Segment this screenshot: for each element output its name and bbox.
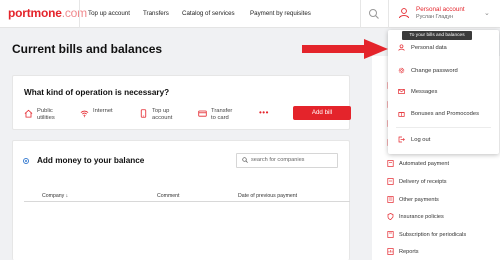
nav-catalog-of-services[interactable]: Catalog of services xyxy=(182,10,235,17)
menu-item-label: Log out xyxy=(411,136,431,143)
company-search[interactable]: search for companies xyxy=(236,153,350,170)
other-payments-icon xyxy=(387,196,394,203)
menu-item-bonuses-and-promocodes[interactable]: Bonuses and Promocodes xyxy=(398,110,479,117)
balance-title: Add money to your balance xyxy=(37,156,145,165)
portmone-logo[interactable]: portmone.com xyxy=(8,6,87,20)
card-icon xyxy=(198,110,207,117)
personal-account-label[interactable]: Personal account xyxy=(416,6,465,13)
sidebar-item-delivery-of-receipts[interactable]: Delivery of receipts xyxy=(387,178,447,185)
op-label: utilities xyxy=(37,115,55,121)
sidebar-item-automated-payment[interactable]: Automated payment xyxy=(387,160,449,167)
sidebar-item-label: Delivery of receipts xyxy=(399,178,447,185)
menu-item-log-out[interactable]: Log out xyxy=(398,136,430,143)
gift-icon xyxy=(398,112,405,117)
receipt-icon xyxy=(387,178,394,185)
envelope-icon xyxy=(398,89,405,94)
nav-top-up-account[interactable]: Top up account xyxy=(88,10,130,17)
chevron-down-icon[interactable]: ⌄ xyxy=(484,9,490,17)
nav-payment-by-requisites[interactable]: Payment by requisites xyxy=(250,10,311,17)
user-icon[interactable] xyxy=(398,7,410,19)
sidebar-item-label: Automated payment xyxy=(399,160,450,167)
periodicals-icon xyxy=(387,231,394,238)
menu-divider xyxy=(396,127,491,128)
sidebar-item-label: Insurance policies xyxy=(399,213,444,220)
menu-item-label: Change password xyxy=(411,67,458,74)
top-bar: portmone.com Top up account Transfers Ca… xyxy=(0,0,500,28)
operation-card: What kind of operation is necessary? Pub… xyxy=(12,75,351,130)
divider xyxy=(79,0,80,28)
sidebar-item-other-payments[interactable]: Other payments xyxy=(387,196,439,203)
op-transfer-to-card[interactable]: Transfer to card xyxy=(198,108,232,122)
divider xyxy=(388,0,389,28)
sidebar-item-label: Subscription for periodicals xyxy=(399,231,467,238)
sidebar-item-label: Reports xyxy=(399,248,419,255)
automated-payment-icon xyxy=(387,160,394,167)
op-label: Transfer xyxy=(211,108,233,114)
red-arrow-annotation-icon xyxy=(302,39,388,59)
sidebar-item-subscription-for-periodicals[interactable]: Subscription for periodicals xyxy=(387,231,466,238)
user-icon xyxy=(398,44,405,51)
search-placeholder: search for companies xyxy=(251,156,305,163)
operation-title: What kind of operation is necessary? xyxy=(24,88,170,97)
op-public-utilities[interactable]: Public utilities xyxy=(24,108,55,122)
sidebar-item-label: Other payments xyxy=(399,196,439,203)
column-header-comment: Comment xyxy=(157,193,180,199)
op-label: Top up xyxy=(152,108,170,114)
sidebar-item-insurance-policies[interactable]: Insurance policies xyxy=(387,213,444,220)
op-label: account xyxy=(152,115,173,121)
menu-item-label: Personal data xyxy=(411,44,447,51)
account-tooltip: To your bills and balances xyxy=(402,31,472,40)
menu-item-personal-data[interactable]: Personal data xyxy=(398,44,447,51)
op-label: Internet xyxy=(93,108,113,114)
nav-transfers[interactable]: Transfers xyxy=(143,10,169,17)
account-dropdown: Personal data Change password Messages B… xyxy=(388,30,499,154)
wifi-icon xyxy=(80,110,89,118)
page-title: Current bills and balances xyxy=(12,42,163,56)
menu-item-messages[interactable]: Messages xyxy=(398,88,437,95)
menu-item-label: Bonuses and Promocodes xyxy=(411,110,479,117)
insurance-icon xyxy=(387,213,394,220)
phone-icon xyxy=(140,109,147,118)
add-bill-button[interactable]: Add bill xyxy=(293,106,351,120)
op-label: to card xyxy=(211,115,229,121)
divider xyxy=(360,0,361,28)
search-icon xyxy=(242,157,248,163)
more-options-icon[interactable]: ••• xyxy=(259,108,269,117)
sidebar-item-reports[interactable]: Reports xyxy=(387,248,419,255)
account-user-name: Руслан Гладун xyxy=(416,14,454,20)
house-icon xyxy=(24,109,33,118)
op-internet[interactable]: Internet xyxy=(80,108,113,118)
op-top-up-account[interactable]: Top up account xyxy=(139,108,172,122)
gear-icon xyxy=(398,67,405,74)
logout-icon xyxy=(398,136,405,143)
info-dot-icon xyxy=(23,158,29,164)
reports-icon xyxy=(387,248,394,255)
search-icon[interactable] xyxy=(367,7,381,21)
column-header-date: Date of previous payment xyxy=(238,193,298,199)
column-header-company[interactable]: Company ↓ xyxy=(42,193,68,199)
op-label: Public xyxy=(37,108,53,114)
menu-item-label: Messages xyxy=(411,88,438,95)
menu-item-change-password[interactable]: Change password xyxy=(398,67,458,74)
table-divider xyxy=(24,201,350,202)
